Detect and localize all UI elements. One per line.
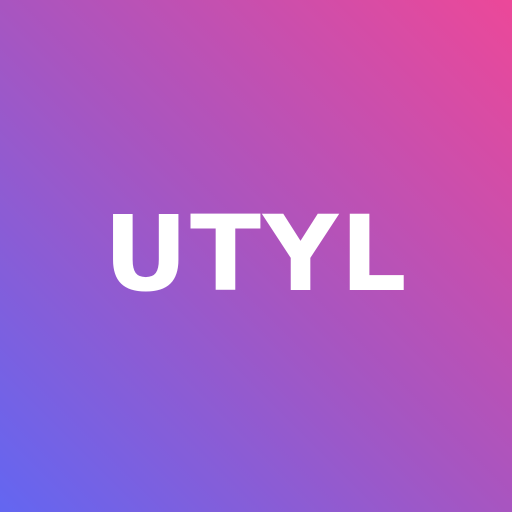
- logo-tile: UTYL: [0, 0, 512, 512]
- logo-wordmark: UTYL: [103, 192, 409, 315]
